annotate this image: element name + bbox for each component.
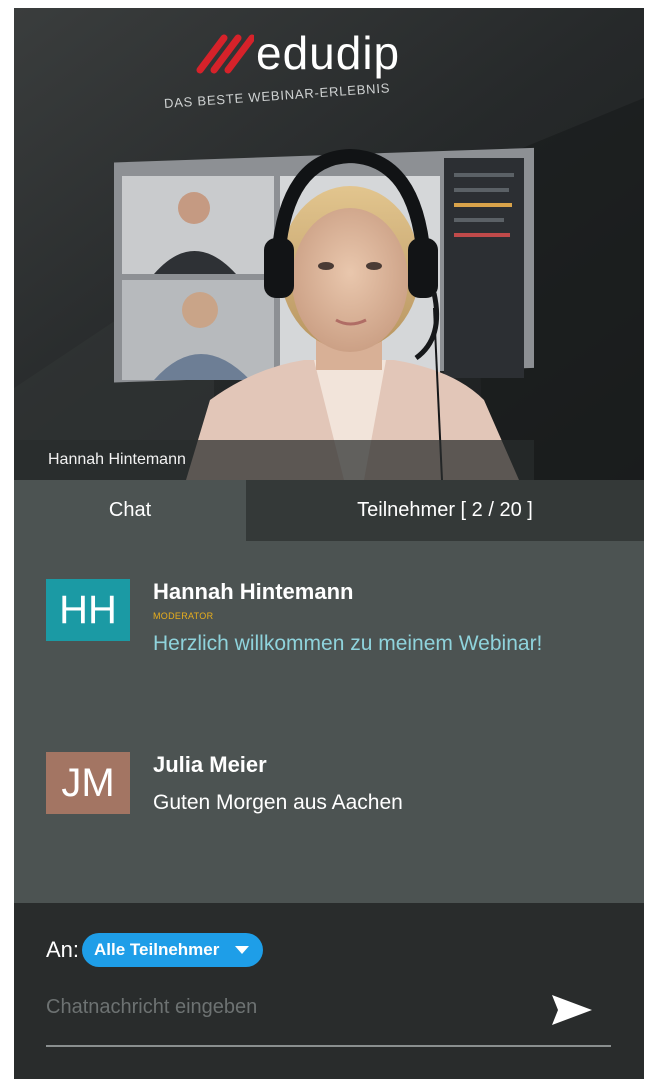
message-body: Hannah Hintemann MODERATOR Herzlich will… xyxy=(153,579,553,659)
chat-message: JM Julia Meier Guten Morgen aus Aachen xyxy=(46,752,553,818)
tab-chat[interactable]: Chat xyxy=(14,480,246,541)
message-author: Hannah Hintemann xyxy=(153,579,354,604)
chat-message: HH Hannah Hintemann MODERATOR Herzlich w… xyxy=(46,579,553,659)
message-text: Herzlich willkommen zu meinem Webinar! xyxy=(153,632,543,655)
send-icon[interactable] xyxy=(550,993,594,1027)
chat-composer: An: Alle Teilnehmer xyxy=(14,903,644,1079)
avatar: JM xyxy=(46,752,130,814)
avatar: HH xyxy=(46,579,130,641)
recipient-dropdown[interactable]: Alle Teilnehmer xyxy=(82,933,264,967)
input-underline xyxy=(46,1045,611,1047)
recipient-row: An: Alle Teilnehmer xyxy=(46,933,264,967)
presenter-name-bar: Hannah Hintemann xyxy=(14,440,534,480)
webinar-app: edudip DAS BESTE WEBINAR-ERLEBNIS Hannah… xyxy=(14,8,644,1079)
chevron-down-icon xyxy=(235,946,250,954)
logo-text: edudip xyxy=(256,27,401,79)
recipient-label: An: xyxy=(46,937,80,962)
recipient-value: Alle Teilnehmer xyxy=(94,940,220,959)
message-body: Julia Meier Guten Morgen aus Aachen xyxy=(153,752,553,818)
presenter-name: Hannah Hintemann xyxy=(48,451,186,468)
moderator-badge: MODERATOR xyxy=(153,611,214,621)
edudip-logo: edudip xyxy=(196,30,400,76)
video-stream[interactable]: edudip DAS BESTE WEBINAR-ERLEBNIS Hannah… xyxy=(14,8,644,480)
message-text: Guten Morgen aus Aachen xyxy=(153,791,403,814)
logo-marks-icon xyxy=(196,34,254,74)
panel-tabs: Chat Teilnehmer [ 2 / 20 ] xyxy=(14,480,644,541)
chat-messages: HH Hannah Hintemann MODERATOR Herzlich w… xyxy=(14,541,644,903)
chat-message-input[interactable] xyxy=(46,989,536,1025)
tab-participants[interactable]: Teilnehmer [ 2 / 20 ] xyxy=(246,480,644,541)
message-author: Julia Meier xyxy=(153,752,267,777)
